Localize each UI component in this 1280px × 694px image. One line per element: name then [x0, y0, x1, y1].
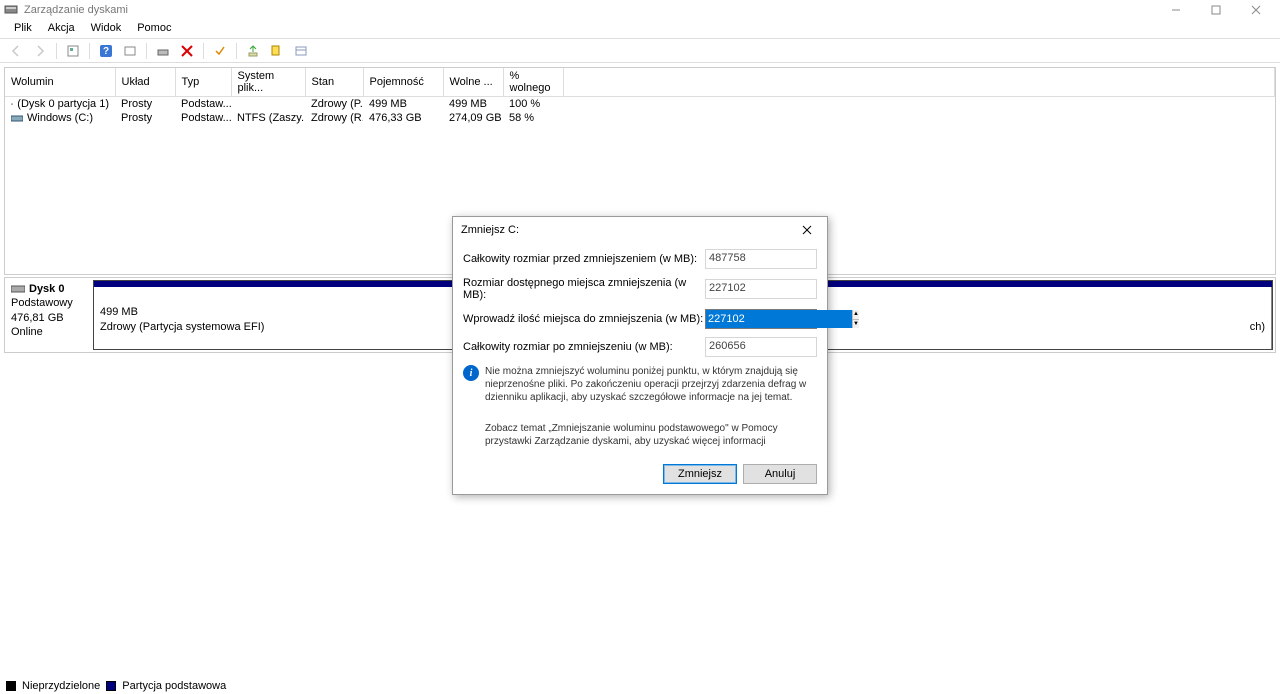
- total-before-label: Całkowity rozmiar przed zmniejszeniem (w…: [463, 253, 705, 265]
- total-after-value: 260656: [705, 337, 817, 357]
- cancel-button[interactable]: Anuluj: [743, 464, 817, 484]
- dialog-title: Zmniejsz C:: [461, 224, 795, 236]
- shrink-amount-label: Wprowadź ilość miejsca do zmniejszenia (…: [463, 313, 705, 325]
- spinner-down-button[interactable]: ▼: [853, 320, 859, 329]
- total-after-label: Całkowity rozmiar po zmniejszeniu (w MB)…: [463, 341, 705, 353]
- shrink-amount-spinner[interactable]: ▲ ▼: [705, 309, 817, 329]
- available-value: 227102: [705, 279, 817, 299]
- dialog-backdrop: Zmniejsz C: Całkowity rozmiar przed zmni…: [0, 0, 1280, 694]
- info-message-1: i Nie można zmniejszyć woluminu poniżej …: [463, 365, 817, 404]
- shrink-dialog: Zmniejsz C: Całkowity rozmiar przed zmni…: [452, 216, 828, 495]
- total-before-value: 487758: [705, 249, 817, 269]
- dialog-close-button[interactable]: [795, 218, 819, 242]
- shrink-button[interactable]: Zmniejsz: [663, 464, 737, 484]
- info-message-2: Zobacz temat „Zmniejszanie woluminu pods…: [463, 422, 817, 448]
- shrink-amount-input[interactable]: [706, 310, 852, 328]
- dialog-titlebar: Zmniejsz C:: [453, 217, 827, 243]
- info-icon: i: [463, 365, 479, 381]
- spinner-up-button[interactable]: ▲: [853, 310, 859, 320]
- available-label: Rozmiar dostępnego miejsca zmniejszenia …: [463, 277, 705, 301]
